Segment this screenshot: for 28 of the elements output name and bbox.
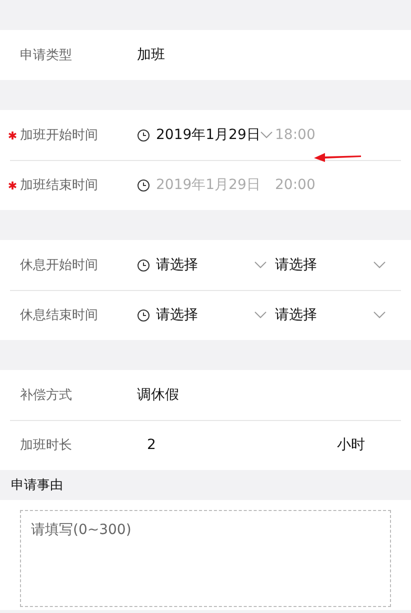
caret-icon (373, 261, 386, 269)
unit-label: 小时 (337, 436, 365, 454)
field-label: 加班开始时间 (20, 127, 98, 144)
arrow-icon (313, 151, 363, 163)
field-value[interactable]: 调休假 (137, 386, 179, 404)
caret-icon (373, 311, 386, 319)
time-picker[interactable]: 请选择 (275, 256, 317, 274)
caret-icon (254, 311, 267, 319)
clock-icon (137, 178, 150, 192)
reason-field[interactable]: 请填写(0~300) (20, 510, 391, 607)
clock-icon (137, 308, 150, 322)
clock-icon (137, 258, 150, 272)
field-value[interactable]: 加班 (137, 46, 165, 64)
field-value[interactable]: 2 (137, 437, 337, 453)
field-label: 休息结束时间 (20, 307, 98, 324)
time-picker[interactable]: 请选择 (275, 306, 317, 324)
field-label: 休息开始时间 (20, 257, 98, 274)
date-picker[interactable]: 请选择 (156, 256, 198, 274)
caret-icon (260, 131, 274, 139)
field-label: 申请类型 (20, 47, 72, 64)
field-label: 补偿方式 (20, 387, 72, 404)
caret-icon (254, 261, 267, 269)
clock-icon (137, 128, 150, 142)
section-title: 申请事由 (10, 477, 64, 495)
field-label: 加班结束时间 (20, 177, 98, 194)
date-picker[interactable]: 2019年1月29日 (156, 126, 260, 144)
date-picker[interactable]: 请选择 (156, 306, 198, 324)
field-label: 加班时长 (20, 437, 72, 454)
